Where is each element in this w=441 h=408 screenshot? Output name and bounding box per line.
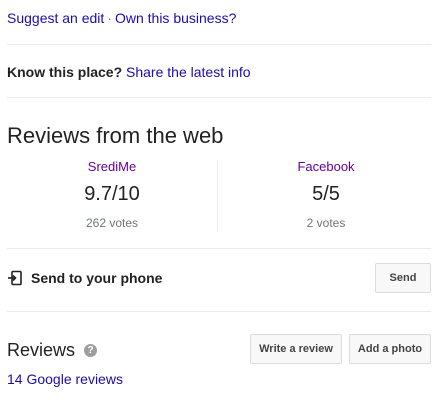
source-score: 9.7/10 [84,183,140,205]
divider [7,248,431,249]
source-name[interactable]: SrediMe [7,158,217,176]
source-name[interactable]: Facebook [221,158,431,176]
top-links: Suggest an edit · Own this business? [7,9,236,27]
help-icon[interactable]: ? [84,343,98,357]
send-to-phone-label: Send to your phone [31,270,163,286]
review-sources: SrediMe 9.7/10 262 votes Facebook 5/5 2 … [7,158,431,234]
reviews-from-web-title: Reviews from the web [7,123,224,148]
source-divider [217,160,218,232]
reviews-header: Reviews ? [7,338,98,362]
source-score: 5/5 [312,183,340,205]
send-to-phone-icon [7,270,23,286]
source-votes: 262 votes [85,216,139,230]
reviews-title: Reviews [7,340,76,360]
own-business-link[interactable]: Own this business? [115,10,236,26]
google-reviews-link[interactable]: 14 Google reviews [7,370,123,388]
divider [7,44,431,45]
send-to-phone-row: Send to your phone [7,268,162,288]
source-votes: 2 votes [306,216,346,230]
send-button[interactable]: Send [375,263,431,293]
share-info-link[interactable]: Share the latest info [126,64,251,80]
link-separator: · [107,10,112,26]
suggest-edit-link[interactable]: Suggest an edit [7,10,104,26]
write-review-button[interactable]: Write a review [250,334,342,364]
review-source-sredime[interactable]: SrediMe 9.7/10 262 votes [7,158,217,231]
divider [7,97,431,98]
add-photo-button[interactable]: Add a photo [349,334,431,364]
know-this-place: Know this place? Share the latest info [7,63,251,81]
divider [7,311,431,312]
review-source-facebook[interactable]: Facebook 5/5 2 votes [221,158,431,231]
know-place-prompt: Know this place? [7,64,123,80]
